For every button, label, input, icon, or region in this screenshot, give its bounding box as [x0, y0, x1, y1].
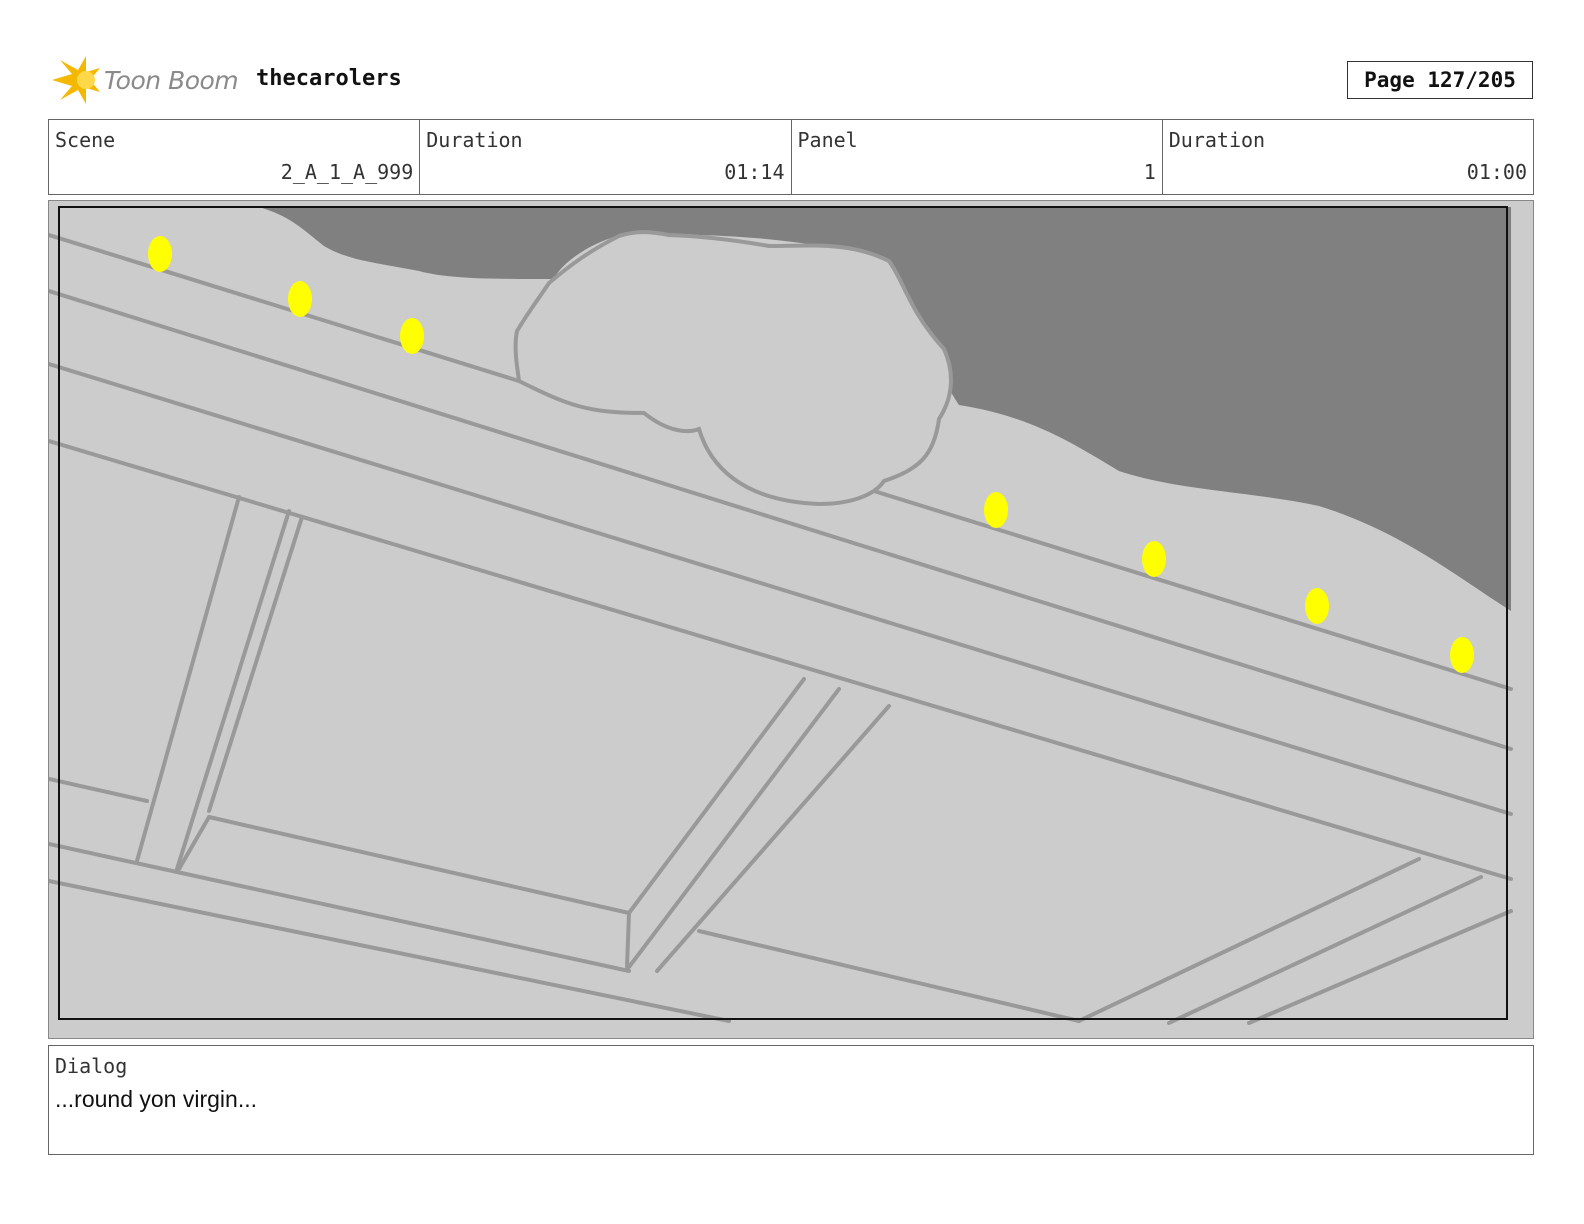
light-bulb-4 [984, 492, 1008, 528]
light-bulb-1 [148, 236, 172, 272]
storyboard-panel [48, 200, 1534, 1039]
light-bulb-7 [1450, 637, 1474, 673]
scene-duration-label: Duration [426, 128, 523, 152]
project-title: thecarolers [256, 66, 402, 91]
panel-drawing [49, 201, 1533, 1038]
toon-boom-logo: Toon Boom [50, 54, 250, 106]
panel-value: 1 [1143, 160, 1156, 184]
scene-label: Scene [55, 128, 116, 152]
page-number: Page 127/205 [1347, 61, 1533, 99]
scene-info-table: Scene 2_A_1_A_999 Duration 01:14 Panel 1… [48, 119, 1534, 195]
panel-cell: Panel 1 [792, 120, 1163, 194]
scene-duration-value: 01:14 [724, 160, 785, 184]
light-bulb-5 [1142, 541, 1166, 577]
dialog-label: Dialog [55, 1054, 128, 1078]
light-bulb-6 [1305, 588, 1329, 624]
dialog-text: ...round yon virgin... [55, 1086, 257, 1112]
dialog-box: Dialog ...round yon virgin... [48, 1045, 1534, 1155]
scene-cell: Scene 2_A_1_A_999 [49, 120, 421, 194]
panel-duration-label: Duration [1168, 128, 1266, 152]
light-bulb-3 [400, 318, 424, 354]
light-bulb-2 [288, 281, 312, 317]
panel-label: Panel [797, 128, 858, 152]
scene-value: 2_A_1_A_999 [280, 160, 414, 184]
logo-text: Toon Boom [104, 66, 239, 95]
starburst-icon [52, 56, 100, 104]
panel-duration-value: 01:00 [1466, 160, 1527, 184]
scene-duration-cell: Duration 01:14 [420, 120, 792, 194]
panel-duration-cell: Duration 01:00 [1163, 120, 1533, 194]
